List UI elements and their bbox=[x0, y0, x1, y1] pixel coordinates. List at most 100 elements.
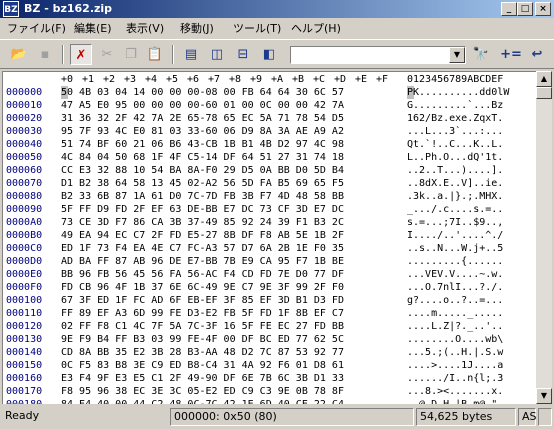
menu-help[interactable]: ヘルプ(H) bbox=[291, 22, 341, 36]
row-ascii[interactable]: .3k..a.|}.;.MHX. bbox=[407, 190, 503, 203]
table-row: 0000E0 BB 96 FB 56 45 56 FA 56-AC F4 CD F… bbox=[3, 268, 536, 281]
table-row: 000090 5F FF D9 FD 2F EF 63 DE-BB E7 DC 7… bbox=[3, 203, 536, 216]
row-address: 000050 bbox=[6, 152, 43, 163]
row-hex-bytes[interactable]: CD 8A BB 35 E2 3B 28 B3-AA 48 D2 7C 87 5… bbox=[61, 346, 344, 359]
menu-bar: ファイル(F) 編集(E) 表示(V) 移動(J) ツール(T) ヘルプ(H) bbox=[0, 19, 554, 38]
paste-icon[interactable]: 📋 bbox=[144, 44, 166, 65]
row-address: 000020 bbox=[6, 113, 43, 124]
row-hex-bytes[interactable]: 31 36 32 2F 42 7A 2E 65-78 65 EC 5A 71 7… bbox=[61, 112, 344, 125]
row-ascii[interactable]: ....../I..n{l;.3 bbox=[407, 372, 503, 385]
table-row: 0000C0 ED 1F 73 F4 EA 4E C7 FC-A3 57 D7 6… bbox=[3, 242, 536, 255]
table-row: 000000 50 4B 03 04 14 00 00 00-08 00 FB 6… bbox=[3, 86, 536, 99]
vertical-scrollbar[interactable]: ▲ ▼ bbox=[536, 71, 552, 404]
row-hex-bytes[interactable]: 49 EA 94 EC C7 2F FD E5-27 8B DF F8 AB 5… bbox=[61, 229, 344, 242]
row-hex-bytes[interactable]: E3 F4 9F E3 E5 C1 2F 49-90 DF 6E 7B 6C 3… bbox=[61, 372, 344, 385]
table-row: 0000D0 AD BA FF 87 AB 96 DE E7-BB 7B E9 C… bbox=[3, 255, 536, 268]
row-ascii[interactable]: ..s..N...W.j+..5 bbox=[407, 242, 503, 255]
row-hex-bytes[interactable]: BB 96 FB 56 45 56 FA 56-AC F4 CD FD 7E D… bbox=[61, 268, 344, 281]
row-hex-bytes[interactable]: 84 E4 40 00 44 C2 48 0C-7C 42 1E 6D 40 C… bbox=[61, 398, 344, 404]
view-split-horizontal-icon[interactable]: ⊟ bbox=[232, 44, 254, 65]
scroll-up-icon[interactable]: ▲ bbox=[536, 71, 552, 87]
row-ascii[interactable]: g?....o..?..=... bbox=[407, 294, 503, 307]
row-hex-bytes[interactable]: 50 4B 03 04 14 00 00 00-08 00 FB 64 64 3… bbox=[61, 86, 344, 99]
cut-icon[interactable]: ✂ bbox=[96, 44, 118, 65]
open-folder-icon[interactable]: 📂 bbox=[8, 44, 30, 65]
row-ascii[interactable]: ....>....1J....a bbox=[407, 359, 503, 372]
table-row: 000010 47 A5 E0 95 00 00 00 00-60 01 00 0… bbox=[3, 99, 536, 112]
row-hex-bytes[interactable]: B2 33 6B 87 1A 61 D0 7C-7D FB 3B F7 4D 4… bbox=[61, 190, 344, 203]
menu-edit[interactable]: 編集(E) bbox=[74, 22, 112, 36]
row-address: 000080 bbox=[6, 191, 43, 202]
row-ascii[interactable]: ..@.D.H.|B.m@.". bbox=[407, 398, 503, 404]
row-ascii[interactable]: ....L.Z|?._..'.. bbox=[407, 320, 503, 333]
view-compare-icon[interactable]: ◧ bbox=[258, 44, 280, 65]
row-hex-bytes[interactable]: FD CB 96 4F 1B 37 6E 6C-49 9E C7 9E 3F 9… bbox=[61, 281, 344, 294]
maximize-button[interactable]: □ bbox=[517, 2, 533, 16]
row-address: 0000F0 bbox=[6, 282, 43, 293]
row-ascii[interactable]: ........O....wb\ bbox=[407, 333, 503, 346]
row-ascii[interactable]: I..../..'....^./ bbox=[407, 229, 503, 242]
undo-icon[interactable]: ↩ bbox=[526, 44, 548, 65]
view-single-icon[interactable]: ▤ bbox=[180, 44, 202, 65]
menu-view[interactable]: 表示(V) bbox=[126, 22, 164, 36]
row-address: 000140 bbox=[6, 347, 43, 358]
row-hex-bytes[interactable]: 4C 84 04 50 68 1F 4F C5-14 DF 64 51 27 3… bbox=[61, 151, 344, 164]
row-ascii[interactable]: G.........`...Bz bbox=[407, 99, 503, 112]
table-row: 000040 51 74 BF 60 21 06 B6 43-CB 1B B1 4… bbox=[3, 138, 536, 151]
read-only-icon[interactable]: ✗ bbox=[70, 44, 92, 65]
row-ascii[interactable]: s.=...;7I..$9.., bbox=[407, 216, 503, 229]
scroll-thumb[interactable] bbox=[536, 87, 552, 99]
row-ascii[interactable]: ...L...3`...:... bbox=[407, 125, 503, 138]
scroll-down-icon[interactable]: ▼ bbox=[536, 388, 552, 404]
row-ascii[interactable]: ...VEV.V....~.w. bbox=[407, 268, 503, 281]
row-ascii[interactable]: .........{...... bbox=[407, 255, 503, 268]
row-hex-bytes[interactable]: ED 1F 73 F4 EA 4E C7 FC-A3 57 D7 6A 2B 1… bbox=[61, 242, 344, 255]
row-ascii[interactable]: L..Ph.O...dQ'1t. bbox=[407, 151, 503, 164]
row-ascii[interactable]: ...O.7nlI...?./. bbox=[407, 281, 503, 294]
row-hex-bytes[interactable]: 51 74 BF 60 21 06 B6 43-CB 1B B1 4B D2 9… bbox=[61, 138, 344, 151]
row-ascii[interactable]: ..8dX.E..V]..ie. bbox=[407, 177, 503, 190]
row-hex-bytes[interactable]: 47 A5 E0 95 00 00 00 00-60 01 00 0C 00 0… bbox=[61, 99, 344, 112]
save-icon[interactable]: ▪ bbox=[34, 44, 56, 65]
row-ascii[interactable]: PK..........dd0lW bbox=[407, 86, 509, 99]
find-icon[interactable]: 🔭 bbox=[470, 44, 492, 65]
row-ascii[interactable]: ..2..T...)....]. bbox=[407, 164, 503, 177]
row-hex-bytes[interactable]: 73 CE 3D F7 86 CA 3B 37-49 85 92 24 39 F… bbox=[61, 216, 344, 229]
add-icon[interactable]: += bbox=[500, 44, 522, 65]
row-ascii[interactable]: ....m....._..... bbox=[407, 307, 503, 320]
row-hex-bytes[interactable]: 9E F9 B4 FF B3 03 99 FE-4F 00 DF BC ED 7… bbox=[61, 333, 344, 346]
chevron-down-icon[interactable]: ▼ bbox=[449, 47, 465, 63]
ascii-header: 0123456789ABCDEF bbox=[407, 74, 504, 85]
view-split-vertical-icon[interactable]: ◫ bbox=[206, 44, 228, 65]
row-address: 000150 bbox=[6, 360, 43, 371]
table-row: 000140 CD 8A BB 35 E2 3B 28 B3-AA 48 D2 7… bbox=[3, 346, 536, 359]
copy-icon[interactable]: ❐ bbox=[120, 44, 142, 65]
table-row: 0000A0 73 CE 3D F7 86 CA 3B 37-49 85 92 2… bbox=[3, 216, 536, 229]
menu-tools[interactable]: ツール(T) bbox=[233, 22, 281, 36]
row-address: 000010 bbox=[6, 100, 43, 111]
row-address: 0000D0 bbox=[6, 256, 43, 267]
row-hex-bytes[interactable]: F8 95 96 38 EC 3E 3C 05-E2 ED C9 C3 9E 0… bbox=[61, 385, 344, 398]
row-hex-bytes[interactable]: D1 B2 38 64 58 13 45 02-A2 56 5D FA B5 6… bbox=[61, 177, 344, 190]
row-ascii[interactable]: 162/Bz.exe.ZqxT. bbox=[407, 112, 503, 125]
hex-editor-view[interactable]: +0 +1 +2 +3 +4 +5 +6 +7 +8 +9 +A +B +C +… bbox=[2, 71, 536, 404]
window-title: BZ - bz162.zip bbox=[24, 2, 113, 15]
row-hex-bytes[interactable]: 67 3F ED 1F FC AD 6F EB-EF 3F 85 EF 3D B… bbox=[61, 294, 344, 307]
close-button[interactable]: × bbox=[535, 2, 551, 16]
row-ascii[interactable]: ...8.><.......x. bbox=[407, 385, 503, 398]
row-hex-bytes[interactable]: CC E3 32 88 10 54 BA 8A-F0 29 D5 0A BB D… bbox=[61, 164, 344, 177]
row-ascii[interactable]: Qt.`!..C...K..L. bbox=[407, 138, 503, 151]
menu-jump[interactable]: 移動(J) bbox=[180, 22, 214, 36]
row-ascii[interactable]: _.../.c....s.=.. bbox=[407, 203, 503, 216]
menu-file[interactable]: ファイル(F) bbox=[7, 22, 66, 36]
row-hex-bytes[interactable]: 5F FF D9 FD 2F EF 63 DE-BB E7 DC 73 CF 3… bbox=[61, 203, 344, 216]
row-hex-bytes[interactable]: 02 FF F8 C1 4C 7F 5A 7C-3F 16 5F FE EC 2… bbox=[61, 320, 344, 333]
table-row: 000050 4C 84 04 50 68 1F 4F C5-14 DF 64 5… bbox=[3, 151, 536, 164]
row-hex-bytes[interactable]: FF 89 EF A3 6D 99 FE D3-E2 FB 5F FD 1F 8… bbox=[61, 307, 344, 320]
minimize-button[interactable]: _ bbox=[501, 2, 517, 16]
row-ascii[interactable]: ...5.;(..H.|.S.w bbox=[407, 346, 503, 359]
search-combo[interactable]: ▼ bbox=[290, 46, 466, 64]
row-hex-bytes[interactable]: 95 7F 93 4C E0 81 03 33-60 06 D9 8A 3A A… bbox=[61, 125, 344, 138]
row-hex-bytes[interactable]: 0C F5 83 B8 3E C9 ED B8-C4 31 4A 92 F6 0… bbox=[61, 359, 344, 372]
row-hex-bytes[interactable]: AD BA FF 87 AB 96 DE E7-BB 7B E9 CA 95 F… bbox=[61, 255, 344, 268]
